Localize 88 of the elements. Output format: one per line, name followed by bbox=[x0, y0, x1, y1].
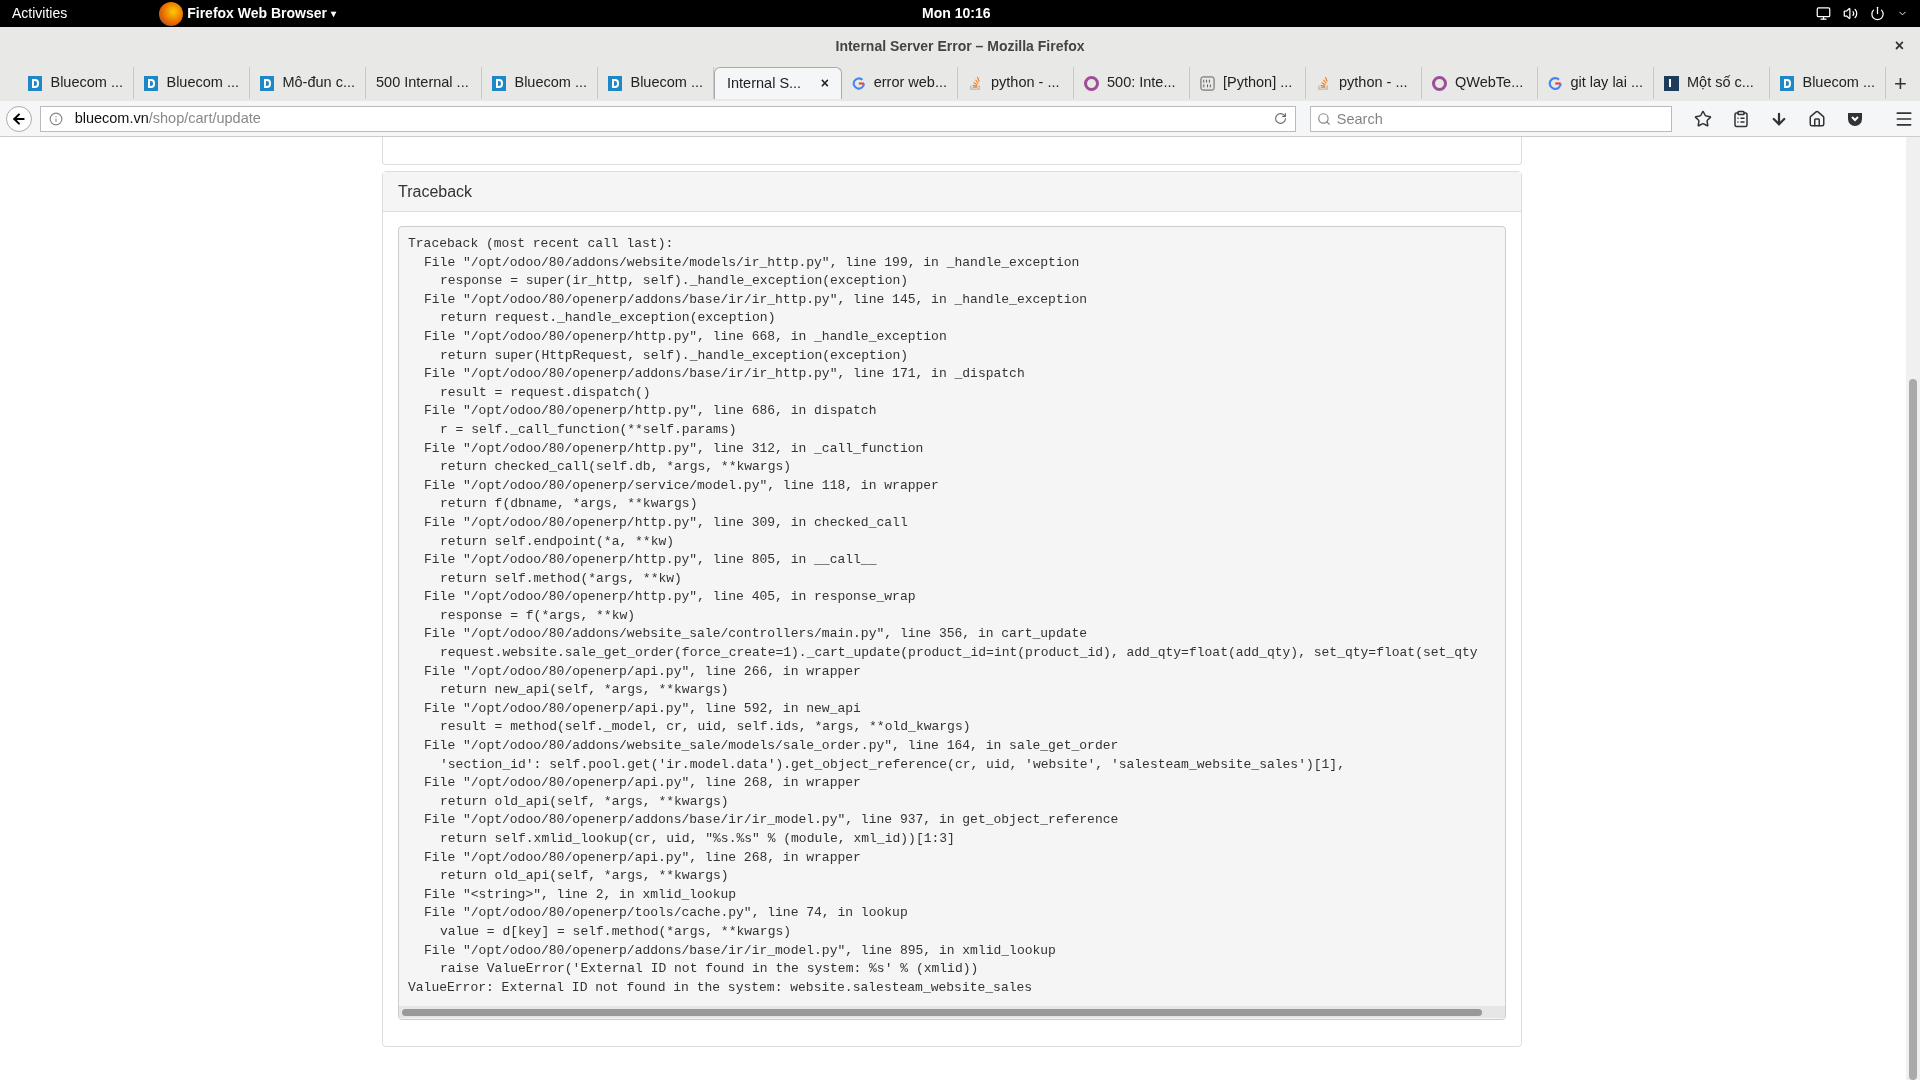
stack-logo-icon bbox=[968, 75, 983, 91]
code-line: Traceback (most recent call last): bbox=[408, 236, 674, 251]
info-icon bbox=[48, 111, 63, 126]
code-line: return self.xmlid_lookup(cr, uid, "%s.%s" % (module, xml_id))[1:3] bbox=[440, 831, 955, 846]
clock[interactable]: Mon 10:16 bbox=[922, 3, 991, 24]
code-line: return old_api(self, *args, **kwargs) bbox=[440, 868, 729, 884]
tab-close-button[interactable]: × bbox=[820, 73, 829, 94]
code-line: File "/opt/odoo/80/openerp/api.py", line 592, in new_api bbox=[424, 700, 861, 716]
g-logo-icon bbox=[1548, 75, 1563, 91]
browser-tab[interactable]: git lay lai ... bbox=[1538, 67, 1654, 99]
code-line: 'section_id': self.pool.get('ir.model.data').get_object_reference(cr, uid, 'website', 'salesteam_website_sales')[1], bbox=[440, 756, 1345, 772]
code-line: raise ValueError('External ID not found in the system: %s' % (xmlid)) bbox=[440, 961, 979, 977]
code-line: return old_api(self, *args, **kwargs) bbox=[440, 793, 729, 809]
code-line: return new_api(self, *args, **kwargs) bbox=[440, 682, 729, 698]
code-line: return checked_call(self.db, *args, **kwargs) bbox=[440, 459, 792, 475]
code-line: response = super(ir_http, self)._handle_exception(exception) bbox=[440, 273, 909, 289]
volume-icon[interactable] bbox=[1843, 6, 1858, 21]
browser-tab[interactable]: QWebTe... bbox=[1422, 67, 1538, 99]
browser-tab[interactable]: python - ... bbox=[958, 67, 1074, 99]
code-line: return request._handle_exception(exception) bbox=[440, 310, 776, 326]
code-line: File "/opt/odoo/80/openerp/http.py", line 312, in _call_function bbox=[424, 440, 924, 456]
stack-logo-icon bbox=[1316, 75, 1331, 91]
code-line: value = d[key] = self.method(*args, **kwargs) bbox=[440, 923, 792, 939]
code-line: File "<string>", line 2, in xmlid_lookup bbox=[424, 886, 737, 902]
code-line: File "/opt/odoo/80/openerp/addons/base/ir/ir_model.py", line 937, in get_object_reference bbox=[424, 812, 1119, 828]
bookmark-icon[interactable] bbox=[1694, 109, 1712, 128]
search-icon bbox=[1316, 111, 1331, 126]
home-icon[interactable] bbox=[1808, 109, 1826, 128]
address-bar[interactable]: bluecom.vn/shop/cart/update bbox=[39, 105, 1296, 132]
code-line: File "/opt/odoo/80/openerp/addons/base/ir/ir_http.py", line 171, in _dispatch bbox=[424, 366, 1025, 382]
code-line: response = f(*args, **kw) bbox=[440, 607, 636, 623]
code-line: File "/opt/odoo/80/openerp/api.py", line 268, in wrapper bbox=[424, 849, 861, 865]
browser-tab[interactable]: python - ... bbox=[1306, 67, 1422, 99]
code-line: ValueError: External ID not found in the system: website.salesteam_website_sales bbox=[408, 979, 1033, 995]
code-line: return self.method(*args, **kw) bbox=[440, 570, 682, 586]
browser-tab[interactable]: Bluecom ... bbox=[598, 67, 714, 99]
panel-title: Traceback bbox=[398, 181, 473, 202]
code-line: File "/opt/odoo/80/openerp/api.py", line 266, in wrapper bbox=[424, 663, 861, 679]
power-icon[interactable] bbox=[1870, 6, 1885, 21]
browser-tab[interactable]: Internal S... × bbox=[714, 67, 842, 99]
network-icon[interactable] bbox=[1816, 6, 1831, 21]
browser-tab[interactable]: 500 Internal ... bbox=[366, 67, 482, 99]
horizontal-scrollbar[interactable] bbox=[399, 1006, 1505, 1018]
browser-tab[interactable]: Bluecom ... bbox=[482, 67, 598, 99]
reload-icon[interactable] bbox=[1273, 112, 1287, 125]
code-line: File "/opt/odoo/80/openerp/addons/base/ir/ir_http.py", line 145, in _handle_exception bbox=[424, 291, 1088, 307]
code-line: File "/opt/odoo/80/addons/website_sale/models/sale_order.py", line 164, in sale_get_order bbox=[424, 738, 1119, 754]
app-menu[interactable]: Firefox Web Browser ▾ bbox=[187, 3, 336, 24]
binary-icon bbox=[1200, 75, 1215, 91]
window-title: Internal Server Error – Mozilla Firefox bbox=[835, 36, 1085, 56]
new-tab-button[interactable]: + bbox=[1894, 67, 1907, 99]
page-scrollbar[interactable] bbox=[1906, 137, 1920, 1080]
code-line: return super(HttpRequest, self)._handle_exception(exception) bbox=[440, 347, 909, 363]
code-line: r = self._call_function(**self.params) bbox=[440, 421, 737, 437]
code-line: return f(dbname, *args, **kwargs) bbox=[440, 496, 698, 512]
browser-tab[interactable]: Bluecom ... bbox=[18, 67, 134, 99]
search-field[interactable]: Search bbox=[1309, 105, 1672, 132]
close-button[interactable]: × bbox=[1894, 34, 1904, 58]
code-line: File "/opt/odoo/80/openerp/http.py", line 686, in dispatch bbox=[424, 403, 877, 419]
url-text: bluecom.vn/shop/cart/update bbox=[74, 108, 261, 128]
code-line: request.website.sale_get_order(force_create=1)._cart_update(product_id=int(product_id), add_qty=float(add_qty), set_qty=float(set_qty bbox=[440, 645, 1478, 661]
firefox-logo-icon bbox=[159, 1, 184, 26]
code-line: result = request.dispatch() bbox=[440, 384, 651, 400]
browser-tab[interactable]: 500: Inte... bbox=[1074, 67, 1190, 99]
code-line: File "/opt/odoo/80/openerp/api.py", line 268, in wrapper bbox=[424, 775, 861, 791]
code-line: File "/opt/odoo/80/addons/website/models/ir_http.py", line 199, in _handle_exception bbox=[424, 254, 1080, 270]
code-line: File "/opt/odoo/80/openerp/tools/cache.py", line 74, in lookup bbox=[424, 905, 908, 921]
code-line: File "/opt/odoo/80/addons/website_sale/controllers/main.py", line 356, in cart_update bbox=[424, 626, 1088, 642]
code-line: File "/opt/odoo/80/openerp/http.py", line 805, in __call__ bbox=[424, 552, 877, 568]
browser-tab[interactable]: error web... bbox=[842, 67, 958, 99]
browser-tab[interactable]: Mô-đun c... bbox=[250, 67, 366, 99]
code-line: File "/opt/odoo/80/openerp/service/model.py", line 118, in wrapper bbox=[424, 477, 939, 493]
browser-tab[interactable]: [Python] ... bbox=[1190, 67, 1306, 99]
code-line: File "/opt/odoo/80/openerp/addons/base/ir/ir_model.py", line 895, in xmlid_lookup bbox=[424, 942, 1056, 958]
ring-icon bbox=[1432, 75, 1447, 91]
back-button[interactable] bbox=[6, 105, 32, 132]
browser-tab[interactable]: Một số c... bbox=[1654, 67, 1770, 99]
browser-tab[interactable]: Bluecom ... bbox=[1770, 67, 1886, 99]
clipboard-icon[interactable] bbox=[1732, 109, 1750, 128]
g-logo-icon bbox=[852, 75, 866, 91]
code-line: File "/opt/odoo/80/openerp/http.py", line 309, in checked_call bbox=[424, 514, 908, 530]
browser-tab[interactable]: Bluecom ... bbox=[134, 67, 250, 99]
activities-button[interactable]: Activities bbox=[0, 3, 80, 24]
code-line: File "/opt/odoo/80/openerp/http.py", line 405, in response_wrap bbox=[424, 589, 916, 605]
code-line: File "/opt/odoo/80/openerp/http.py", line 668, in _handle_exception bbox=[424, 328, 947, 344]
code-line: return self.endpoint(*a, **kw) bbox=[440, 533, 675, 549]
ring-icon bbox=[1084, 75, 1099, 91]
code-line: result = method(self._model, cr, uid, self.ids, *args, **old_kwargs) bbox=[440, 719, 971, 735]
